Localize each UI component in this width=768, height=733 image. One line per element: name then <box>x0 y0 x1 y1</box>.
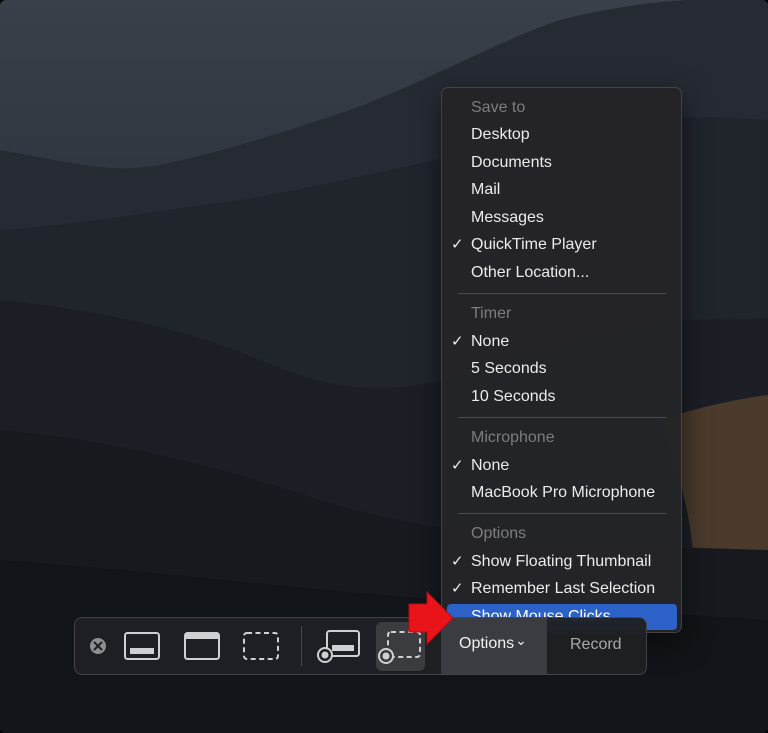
menu-item-remember-last-selection[interactable]: ✓ Remember Last Selection <box>442 576 681 602</box>
menu-header-timer: Timer <box>471 305 512 322</box>
menu-item-10-seconds[interactable]: 10 Seconds <box>442 384 681 410</box>
screen-icon <box>124 632 160 660</box>
red-arrow-icon <box>408 590 454 646</box>
close-circle-icon <box>90 638 106 654</box>
options-menu: Save to Desktop Documents Mail Messages … <box>441 87 682 633</box>
menu-item-other-location[interactable]: Other Location... <box>442 260 681 286</box>
capture-selected-window-button[interactable] <box>181 618 223 674</box>
checkmark-icon: ✓ <box>451 333 464 350</box>
menu-item-macbook-pro-microphone[interactable]: MacBook Pro Microphone <box>442 480 681 506</box>
close-button[interactable] <box>85 618 111 674</box>
record-entire-screen-button[interactable] <box>315 618 363 674</box>
menu-header-save-to: Save to <box>471 99 526 116</box>
menu-item-microphone-none[interactable]: ✓ None <box>442 453 681 479</box>
menu-item-desktop[interactable]: Desktop <box>442 122 681 148</box>
capture-entire-screen-button[interactable] <box>121 618 163 674</box>
desktop: Save to Desktop Documents Mail Messages … <box>0 0 768 733</box>
checkmark-icon: ✓ <box>451 457 464 474</box>
menu-item-timer-none[interactable]: ✓ None <box>442 329 681 355</box>
menu-item-messages[interactable]: Messages <box>442 205 681 231</box>
capture-selected-portion-button[interactable] <box>240 618 282 674</box>
menu-header-microphone: Microphone <box>471 429 555 446</box>
menu-item-quicktime-player[interactable]: ✓ QuickTime Player <box>442 232 681 258</box>
screenshot-toolbar: Options⌄ Record <box>74 617 647 675</box>
menu-item-mail[interactable]: Mail <box>442 177 681 203</box>
checkmark-icon: ✓ <box>451 553 464 570</box>
dashed-rect-icon <box>243 632 279 660</box>
record-button[interactable]: Record <box>570 636 622 654</box>
menu-separator <box>458 417 666 418</box>
menu-item-documents[interactable]: Documents <box>442 150 681 176</box>
checkmark-icon: ✓ <box>451 236 464 253</box>
window-icon <box>184 632 220 660</box>
menu-item-5-seconds[interactable]: 5 Seconds <box>442 356 681 382</box>
menu-separator <box>458 293 666 294</box>
options-button-label[interactable]: Options⌄ <box>459 632 527 653</box>
toolbar-separator <box>301 626 302 666</box>
menu-header-options: Options <box>471 525 527 542</box>
screen-record-icon <box>317 630 360 663</box>
chevron-down-icon: ⌄ <box>515 632 527 648</box>
menu-item-show-floating-thumbnail[interactable]: ✓ Show Floating Thumbnail <box>442 549 681 575</box>
menu-separator <box>458 513 666 514</box>
